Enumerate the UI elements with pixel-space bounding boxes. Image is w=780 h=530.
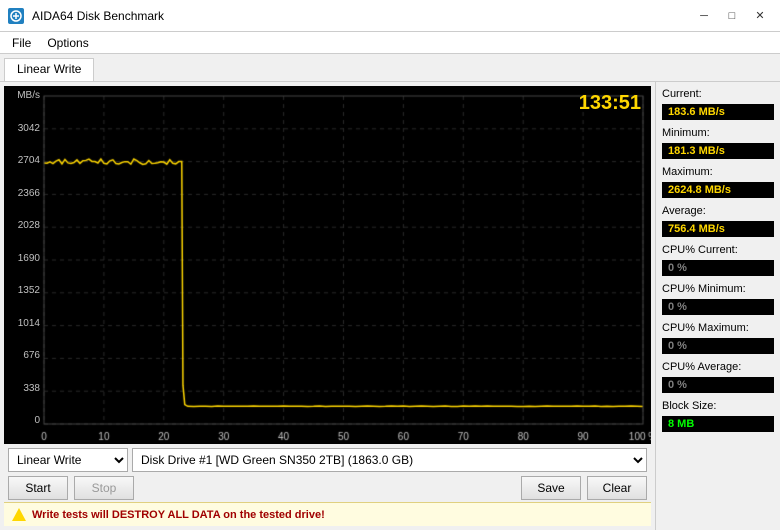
close-button[interactable]: ✕ xyxy=(748,6,772,26)
ylabel-1690: 1690 xyxy=(4,253,40,264)
average-label: Average: xyxy=(662,205,774,217)
cpu-average-label: CPU% Average: xyxy=(662,361,774,373)
tab-bar: Linear Write xyxy=(0,54,780,82)
save-button[interactable]: Save xyxy=(521,476,581,500)
cpu-current-value: 0 % xyxy=(662,260,774,276)
maximum-value: 2624.8 MB/s xyxy=(662,182,774,198)
menu-bar: File Options xyxy=(0,32,780,54)
timer-display: 133:51 xyxy=(579,92,641,115)
menu-options[interactable]: Options xyxy=(39,34,96,51)
average-value: 756.4 MB/s xyxy=(662,221,774,237)
ylabel-676: 676 xyxy=(4,350,40,361)
benchmark-chart xyxy=(4,86,651,444)
minimum-label: Minimum: xyxy=(662,127,774,139)
warning-text: Write tests will DESTROY ALL DATA on the… xyxy=(32,509,325,521)
start-button[interactable]: Start xyxy=(8,476,68,500)
warning-triangle-icon xyxy=(12,508,26,521)
disk-select-dropdown[interactable]: Disk Drive #1 [WD Green SN350 2TB] (1863… xyxy=(132,448,647,472)
menu-file[interactable]: File xyxy=(4,34,39,51)
window-title: AIDA64 Disk Benchmark xyxy=(32,9,164,23)
ylabel-2028: 2028 xyxy=(4,220,40,231)
cpu-minimum-value: 0 % xyxy=(662,299,774,315)
block-size-value: 8 MB xyxy=(662,416,774,432)
ylabel-mb: MB/s xyxy=(4,90,40,101)
minimum-value: 181.3 MB/s xyxy=(662,143,774,159)
cpu-average-value: 0 % xyxy=(662,377,774,393)
app-icon xyxy=(8,8,24,24)
window-controls: ─ □ ✕ xyxy=(692,6,772,26)
ylabel-2366: 2366 xyxy=(4,188,40,199)
cpu-current-label: CPU% Current: xyxy=(662,244,774,256)
action-buttons: Start Stop Save Clear xyxy=(4,474,651,502)
ylabel-0: 0 xyxy=(4,415,40,426)
minimize-button[interactable]: ─ xyxy=(692,6,716,26)
current-label: Current: xyxy=(662,88,774,100)
ylabel-338: 338 xyxy=(4,383,40,394)
tab-linear-write[interactable]: Linear Write xyxy=(4,58,94,81)
clear-button[interactable]: Clear xyxy=(587,476,647,500)
maximize-button[interactable]: □ xyxy=(720,6,744,26)
right-panel: Current: 183.6 MB/s Minimum: 181.3 MB/s … xyxy=(655,82,780,530)
cpu-minimum-label: CPU% Minimum: xyxy=(662,283,774,295)
cpu-maximum-label: CPU% Maximum: xyxy=(662,322,774,334)
test-type-dropdown[interactable]: Linear Write xyxy=(8,448,128,472)
ylabel-1352: 1352 xyxy=(4,285,40,296)
current-value: 183.6 MB/s xyxy=(662,104,774,120)
chart-area: 133:51 MB/s 3042 2704 2366 2028 1690 135… xyxy=(0,82,655,530)
controls-bar: Linear Write Disk Drive #1 [WD Green SN3… xyxy=(4,444,651,474)
cpu-maximum-value: 0 % xyxy=(662,338,774,354)
main-content: 133:51 MB/s 3042 2704 2366 2028 1690 135… xyxy=(0,82,780,530)
warning-bar: Write tests will DESTROY ALL DATA on the… xyxy=(4,502,651,526)
chart-container: 133:51 MB/s 3042 2704 2366 2028 1690 135… xyxy=(4,86,651,444)
ylabel-1014: 1014 xyxy=(4,318,40,329)
stop-button[interactable]: Stop xyxy=(74,476,134,500)
ylabel-2704: 2704 xyxy=(4,155,40,166)
maximum-label: Maximum: xyxy=(662,166,774,178)
title-bar: AIDA64 Disk Benchmark ─ □ ✕ xyxy=(0,0,780,32)
block-size-label: Block Size: xyxy=(662,400,774,412)
ylabel-3042: 3042 xyxy=(4,123,40,134)
